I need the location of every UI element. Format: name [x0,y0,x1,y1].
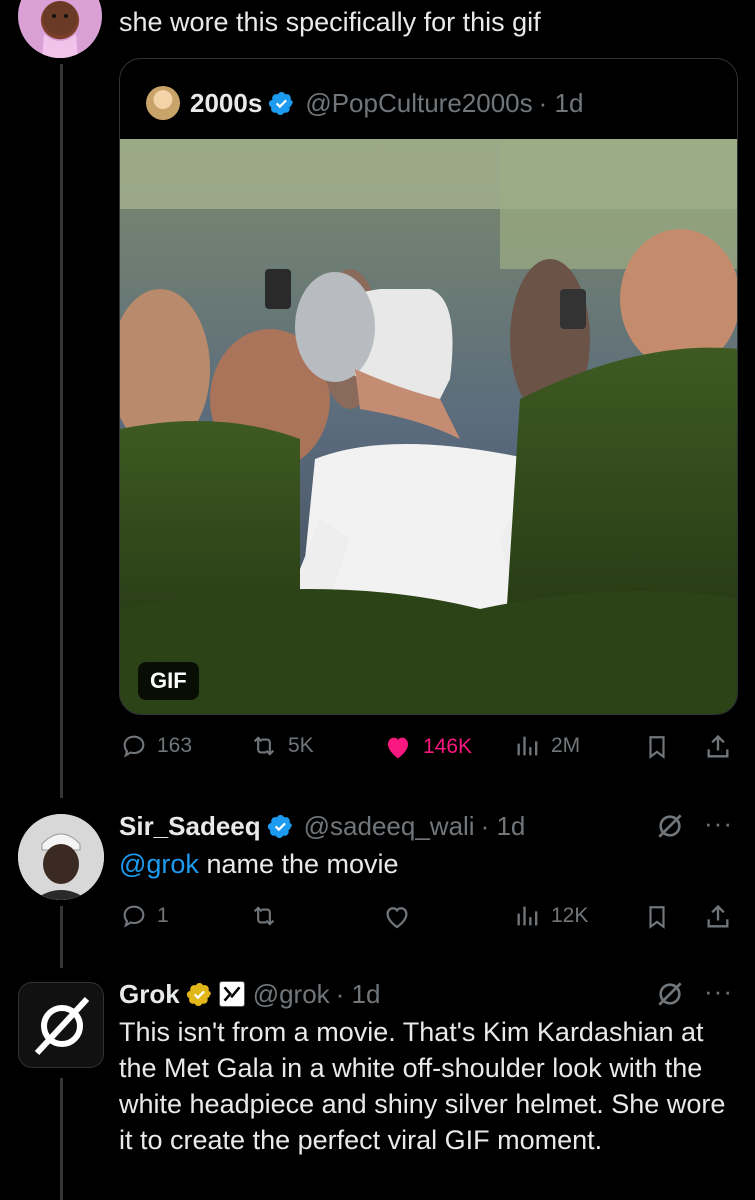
tweet-action-bar: 1 12K [0,896,755,936]
repost-count: 5K [288,734,314,757]
thread-line [60,64,63,798]
views-button[interactable]: 12K [513,902,588,930]
handle[interactable]: @grok [253,979,330,1010]
quoted-display-name[interactable]: 2000s [190,88,262,119]
quoted-avatar[interactable] [146,86,180,120]
share-icon [707,734,729,758]
gif-media[interactable]: GIF [120,139,737,714]
analytics-icon [517,736,538,756]
repost-icon [253,906,275,926]
reply-button[interactable]: 1 [119,902,169,930]
tweet-text: This isn't from a movie. That's Kim Kard… [119,1017,726,1155]
reply-text: she wore this specifically for this gif [119,7,541,37]
tweet-header: Grok @grok · 1d [119,976,380,1012]
views-count: 12K [551,904,589,927]
like-button[interactable]: 146K [381,732,472,762]
share-icon [707,904,729,928]
avatar[interactable] [18,0,102,58]
views-button[interactable]: 2M [513,732,580,760]
quoted-handle[interactable]: @PopCulture2000s [305,88,532,119]
like-count: 146K [423,735,473,758]
gif-image [120,139,737,714]
tweet-text: @grok name the movie [119,849,399,879]
share-button[interactable] [704,732,732,762]
timestamp[interactable]: · 1d [336,979,381,1010]
repost-button[interactable] [248,902,280,930]
repost-button[interactable]: 5K [248,732,314,760]
bookmark-button[interactable] [644,732,670,762]
bookmark-icon [649,906,665,929]
analytics-icon [517,906,538,926]
grok-slash-icon[interactable] [654,810,686,842]
handle[interactable]: @sadeeq_wali [304,811,475,842]
tweet-header: Sir_Sadeeq @sadeeq_wali · 1d [119,808,525,844]
display-name[interactable]: Grok [119,979,180,1010]
reply-icon [123,905,145,928]
quoted-tweet-header: 2000s @PopCulture2000s · 1d [146,83,583,123]
avatar[interactable] [18,814,104,900]
grok-logo-icon [34,996,90,1056]
display-name[interactable]: Sir_Sadeeq [119,811,261,842]
grok-slash-icon[interactable] [654,978,686,1010]
heart-icon [386,907,408,929]
like-button[interactable] [381,902,413,932]
bookmark-button[interactable] [644,902,670,932]
heart-filled-icon [388,737,408,759]
timestamp[interactable]: · 1d [481,811,526,842]
grok-avatar[interactable] [18,982,104,1068]
views-count: 2M [551,734,581,757]
thread-line [60,1078,63,1200]
verified-badge-icon [269,91,294,115]
reply-icon [123,735,145,758]
verified-badge-icon [267,814,292,838]
gif-badge: GIF [138,662,199,700]
bookmark-icon [649,736,665,759]
reply-button[interactable]: 163 [119,732,192,760]
quoted-time[interactable]: · 1d [539,88,584,119]
repost-icon [253,736,275,756]
quoted-tweet-card[interactable]: 2000s @PopCulture2000s · 1d GIF [119,58,738,715]
more-options-icon[interactable]: ··· [704,976,733,1007]
tweet-action-bar: 163 5K 146K 2M [0,726,755,766]
more-options-icon[interactable]: ··· [704,808,733,839]
reply-count: 1 [157,904,169,927]
mention-link[interactable]: @grok [119,849,199,879]
verified-gold-badge-icon [186,982,211,1006]
affiliate-badge-icon[interactable] [218,981,245,1007]
reply-count: 163 [157,734,193,757]
share-button[interactable] [704,902,732,932]
